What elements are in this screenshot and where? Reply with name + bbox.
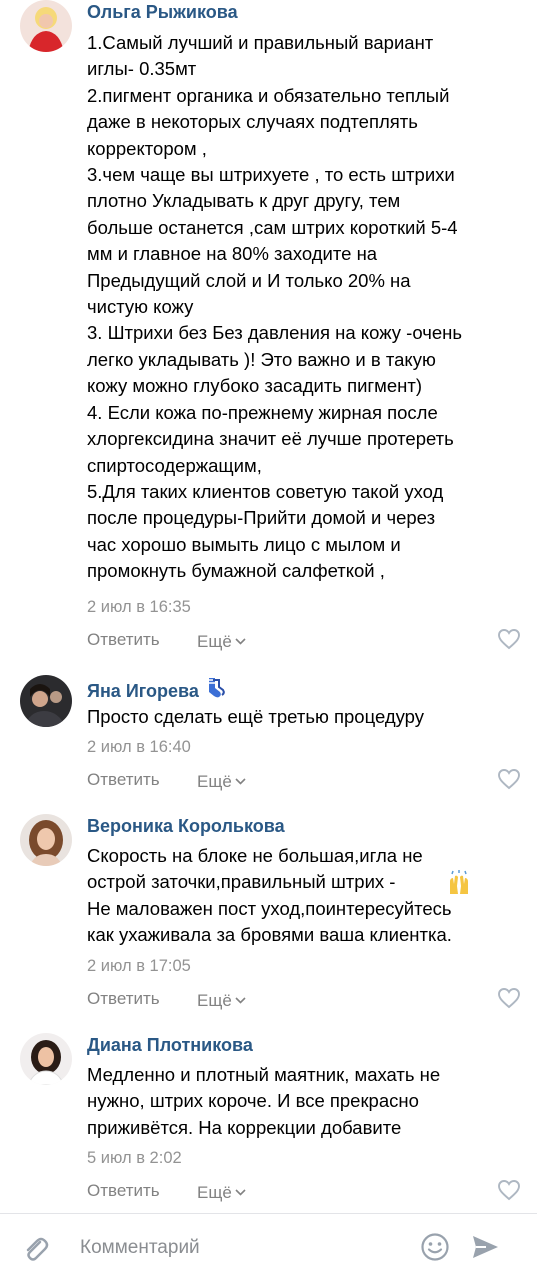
- comment-author[interactable]: Диана Плотникова: [87, 1034, 253, 1056]
- avatar[interactable]: [20, 1033, 72, 1085]
- send-icon[interactable]: [470, 1232, 500, 1267]
- comment-actions: Ответить Ещё: [87, 629, 521, 653]
- more-button[interactable]: Ещё: [197, 769, 246, 793]
- comment-composer: Комментарий: [0, 1213, 537, 1281]
- heart-icon[interactable]: [497, 628, 521, 655]
- comment-time: 2 июл в 16:35: [87, 598, 191, 616]
- socks-icon: [203, 676, 227, 705]
- heart-icon[interactable]: [497, 768, 521, 795]
- heart-icon[interactable]: [497, 987, 521, 1014]
- comment-actions: Ответить Ещё: [87, 1180, 521, 1204]
- comment-time: 2 июл в 17:05: [87, 957, 191, 975]
- more-label: Ещё: [197, 991, 232, 1010]
- more-button[interactable]: Ещё: [197, 629, 246, 653]
- comment-author[interactable]: Вероника Королькова: [87, 815, 285, 837]
- more-button[interactable]: Ещё: [197, 988, 246, 1012]
- reply-button[interactable]: Ответить: [87, 988, 160, 1010]
- chevron-down-icon: [235, 629, 246, 651]
- reply-button[interactable]: Ответить: [87, 769, 160, 791]
- comment-author[interactable]: Яна Игорева: [87, 676, 227, 705]
- avatar[interactable]: [20, 0, 72, 52]
- smile-icon[interactable]: [420, 1232, 450, 1267]
- comment-actions: Ответить Ещё: [87, 988, 521, 1012]
- more-label: Ещё: [197, 772, 232, 791]
- reply-button[interactable]: Ответить: [87, 629, 160, 651]
- comment-time: 5 июл в 2:02: [87, 1149, 182, 1167]
- comment-author-name: Яна Игорева: [87, 681, 199, 701]
- comment-text: Просто сделать ещё третью процедуру: [87, 706, 425, 727]
- paperclip-icon[interactable]: [20, 1234, 50, 1269]
- comment-author[interactable]: Ольга Рыжикова: [87, 1, 238, 23]
- more-label: Ещё: [197, 1183, 232, 1202]
- comment-time: 2 июл в 16:40: [87, 738, 191, 756]
- raising-hands-icon: [446, 870, 472, 901]
- more-label: Ещё: [197, 632, 232, 651]
- comment-input[interactable]: Комментарий: [80, 1236, 200, 1260]
- comment-text-body: Скорость на блоке не большая,игла не ост…: [87, 845, 452, 946]
- more-button[interactable]: Ещё: [197, 1180, 246, 1204]
- comment-actions: Ответить Ещё: [87, 769, 521, 793]
- avatar[interactable]: [20, 675, 72, 727]
- reply-button[interactable]: Ответить: [87, 1180, 160, 1202]
- chevron-down-icon: [235, 988, 246, 1010]
- comment-text: Медленно и плотный маятник, махать не ну…: [87, 1064, 441, 1138]
- comment-text: 1.Самый лучший и правильный вариант иглы…: [87, 32, 462, 582]
- avatar[interactable]: [20, 814, 72, 866]
- heart-icon[interactable]: [497, 1179, 521, 1206]
- chevron-down-icon: [235, 769, 246, 791]
- chevron-down-icon: [235, 1180, 246, 1202]
